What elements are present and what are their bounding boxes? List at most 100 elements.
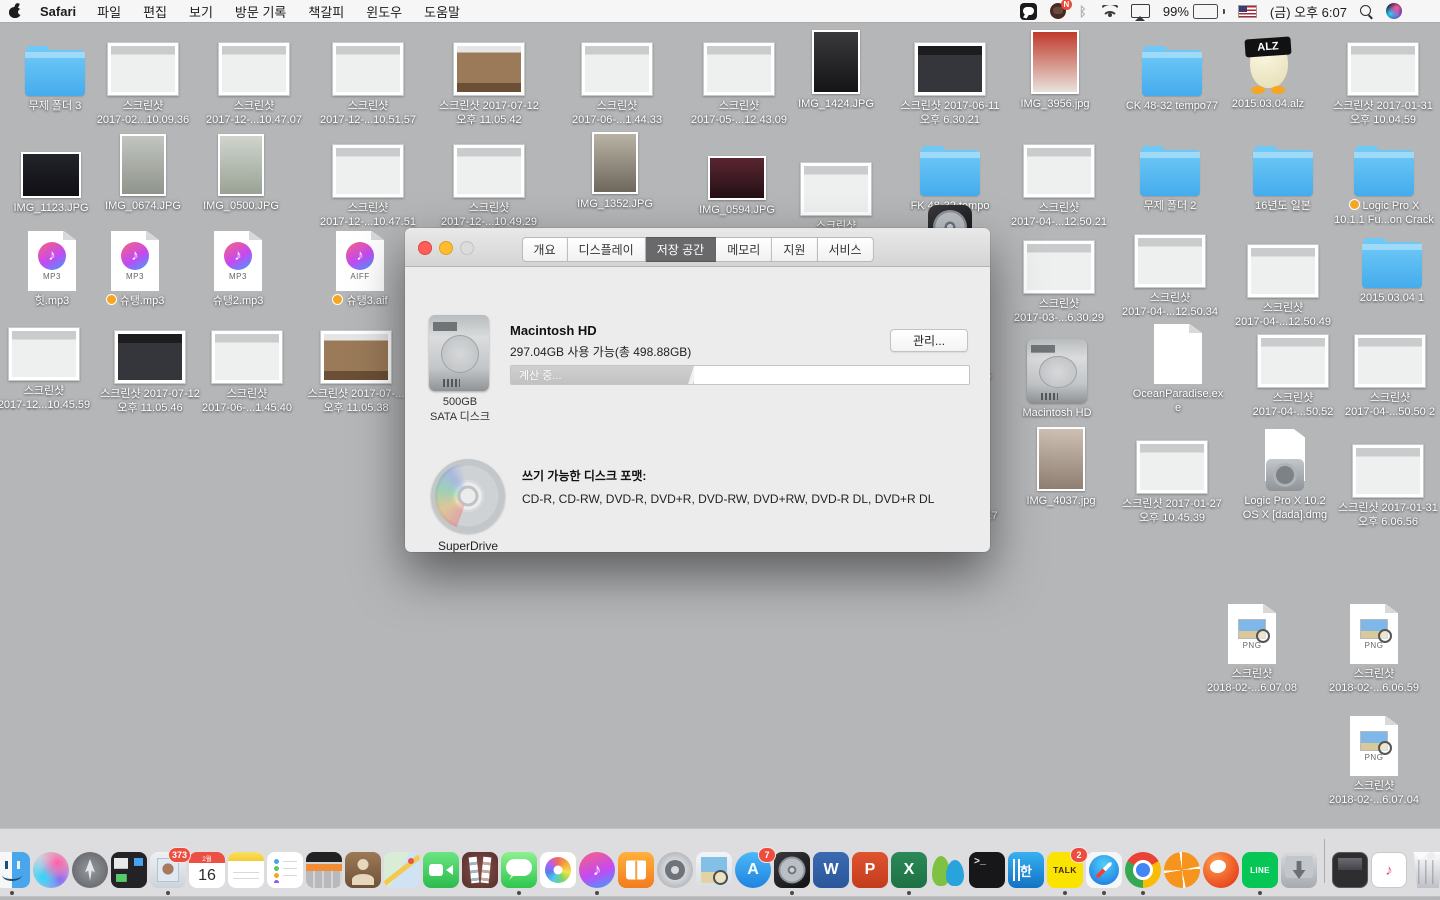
dock-facetime[interactable] bbox=[423, 852, 459, 888]
dock-disk-installer[interactable] bbox=[1281, 852, 1317, 888]
dock-system-preferences[interactable] bbox=[657, 852, 693, 888]
desktop-icon-pngdoc-49[interactable]: PNG스크린샷 2018-02-...6.07.08 bbox=[1187, 598, 1317, 696]
dock-calendar[interactable]: 2월16 bbox=[189, 852, 225, 888]
desktop-icon-doc-41[interactable]: OceanParadise.ex e bbox=[1113, 318, 1243, 416]
input-language-flag-icon[interactable] bbox=[1238, 5, 1257, 18]
dock-reminders[interactable] bbox=[267, 852, 303, 888]
dock-messenger[interactable] bbox=[930, 852, 966, 888]
apple-menu[interactable] bbox=[0, 0, 30, 22]
dock-maps[interactable] bbox=[384, 852, 420, 888]
tab-0[interactable]: 개요 bbox=[521, 237, 567, 262]
dock-siri[interactable] bbox=[33, 852, 69, 888]
dock-chrome[interactable] bbox=[1125, 852, 1161, 888]
dock-logic-pro[interactable] bbox=[774, 852, 810, 888]
window-titlebar[interactable]: 개요디스플레이저장 공간메모리지원서비스 bbox=[405, 228, 990, 267]
spotlight-icon[interactable] bbox=[1360, 5, 1373, 18]
desktop-icon-hdd-40[interactable]: Macintosh HD bbox=[992, 337, 1122, 420]
dock-ibooks[interactable] bbox=[618, 852, 654, 888]
desktop-icon-shot-17[interactable]: 스크린샷 2017-12-...10.49.29 bbox=[424, 132, 554, 230]
dock-app-store[interactable]: A7 bbox=[735, 852, 771, 888]
desktop-icon-label: 스크린샷 2018-02-...6.07.04 bbox=[1329, 779, 1419, 808]
battery-indicator[interactable]: 99% ⚡ bbox=[1163, 4, 1225, 19]
menu-6[interactable]: 도움말 bbox=[413, 0, 471, 22]
manage-button[interactable]: 관리... bbox=[890, 329, 968, 352]
desktop-icon-photo-18[interactable]: IMG_1352.JPG bbox=[550, 128, 680, 211]
menu-3[interactable]: 방문 기록 bbox=[224, 0, 297, 22]
dock-mission-control[interactable] bbox=[111, 852, 147, 888]
dock-terminal[interactable]: >_ bbox=[969, 852, 1005, 888]
desktop-icon-pngdoc-50[interactable]: PNG스크린샷 2018-02-...6.06.59 bbox=[1309, 598, 1439, 696]
desktop-icon-shot-5[interactable]: 스크린샷 2017-06-...1.44.33 bbox=[552, 30, 682, 128]
menu-4[interactable]: 책갈피 bbox=[297, 0, 355, 22]
desktop-icon-folder-34[interactable]: 2015.03.04 1 bbox=[1327, 222, 1440, 305]
tab-4[interactable]: 지원 bbox=[772, 237, 817, 262]
desktop-icon-alz-11[interactable]: ALZ2015.03.04.alz bbox=[1203, 28, 1333, 111]
dock-stack-documents[interactable] bbox=[1371, 852, 1407, 888]
desktop-icon-shot-12[interactable]: 스크린샷 2017-01-31 오후 10.04.59 bbox=[1318, 30, 1440, 128]
dock-photos[interactable] bbox=[540, 852, 576, 888]
shot-thumbnail bbox=[703, 30, 775, 96]
dock-trash[interactable] bbox=[1410, 852, 1440, 888]
desktop-icon-shot-32[interactable]: 스크린샷 2017-04-...12.50.34 bbox=[1105, 222, 1235, 320]
dock-preview[interactable] bbox=[696, 852, 732, 888]
menu-0[interactable]: 파일 bbox=[86, 0, 132, 22]
dock-notes[interactable] bbox=[228, 852, 264, 888]
notification-center-icon[interactable] bbox=[1415, 6, 1430, 17]
line-menubar-icon[interactable] bbox=[1020, 3, 1037, 20]
zoom-button-disabled[interactable] bbox=[460, 241, 474, 255]
desktop-icon-photo-15[interactable]: IMG_0500.JPG bbox=[176, 130, 306, 213]
dock-powerpoint[interactable]: P bbox=[852, 852, 888, 888]
dock-excel[interactable]: X bbox=[891, 852, 927, 888]
dock-hancom[interactable]: 한 bbox=[1008, 852, 1044, 888]
airplay-icon[interactable] bbox=[1131, 4, 1150, 18]
kakaotalk-menubar-icon[interactable]: N bbox=[1050, 3, 1066, 19]
desktop-icon-shot-43[interactable]: 스크린샷 2017-04-...50.50 2 bbox=[1325, 322, 1440, 420]
desktop-icon-photo-7[interactable]: IMG_1424.JPG bbox=[771, 28, 901, 111]
dock-messages[interactable] bbox=[501, 852, 537, 888]
desktop-icon-shot-16[interactable]: 스크린샷 2017-12-...10.47.51 bbox=[303, 132, 433, 230]
menubar-clock[interactable]: (금) 오후 6:07 bbox=[1270, 2, 1347, 21]
bluetooth-icon[interactable]: ᛒ bbox=[1079, 4, 1089, 19]
dock-kakaotalk[interactable]: TALK2 bbox=[1047, 852, 1083, 888]
dock-gom-audio[interactable] bbox=[1164, 852, 1200, 888]
tab-5[interactable]: 서비스 bbox=[817, 237, 873, 262]
desktop-icon-shot-47[interactable]: 스크린샷 2017-01-31 오후 6.06.56 bbox=[1323, 432, 1440, 530]
wifi-icon[interactable] bbox=[1102, 5, 1118, 17]
tab-2[interactable]: 저장 공간 bbox=[646, 237, 717, 262]
desktop-icon-shot-45[interactable]: 스크린샷 2017-01-27 오후 10.45.39 bbox=[1107, 428, 1237, 526]
desktop-icon-label: 스크린샷 2018-02-...6.06.59 bbox=[1329, 667, 1419, 696]
close-button[interactable] bbox=[418, 241, 432, 255]
dock-stack-downloads[interactable] bbox=[1332, 852, 1368, 888]
dock-itunes[interactable] bbox=[579, 852, 615, 888]
dock-word[interactable]: W bbox=[813, 852, 849, 888]
menu-5[interactable]: 윈도우 bbox=[355, 0, 413, 22]
desktop-icon-folder-24[interactable]: 무제 폴더 2 bbox=[1105, 130, 1235, 213]
system-preferences-icon bbox=[657, 852, 693, 888]
menu-2[interactable]: 보기 bbox=[178, 0, 224, 22]
tab-3[interactable]: 메모리 bbox=[716, 237, 772, 262]
desktop-icon-shot-2[interactable]: 스크린샷 2017-12-...10.47.07 bbox=[189, 30, 319, 128]
minimize-button[interactable] bbox=[439, 241, 453, 255]
dock-gom-player[interactable] bbox=[1203, 852, 1239, 888]
itunes-icon bbox=[579, 852, 615, 888]
desktop-icon-folder-26[interactable]: Logic Pro X 10.1.1 Fu...on Crack bbox=[1319, 130, 1440, 228]
desktop-icon-shot-38[interactable]: 스크린샷 2017-07-... 오후 11.05.38 bbox=[291, 318, 421, 416]
desktop-icon-mdoc-29[interactable]: ♪MP3슈탱2.mp3 bbox=[173, 225, 303, 308]
desktop-icon-photo-9[interactable]: IMG_3956.jpg bbox=[990, 28, 1120, 111]
dock-finder[interactable] bbox=[0, 852, 30, 888]
active-app-name[interactable]: Safari bbox=[30, 4, 86, 19]
dock-photo-booth[interactable] bbox=[462, 852, 498, 888]
dock-safari[interactable] bbox=[1086, 852, 1122, 888]
desktop-icon-shot-4[interactable]: 스크린샷 2017-07-12 오후 11.05.42 bbox=[424, 30, 554, 128]
desktop-icon-shot-3[interactable]: 스크린샷 2017-12-...10.51.57 bbox=[303, 30, 433, 128]
menu-1[interactable]: 편집 bbox=[132, 0, 178, 22]
dock-contacts[interactable] bbox=[345, 852, 381, 888]
tab-1[interactable]: 디스플레이 bbox=[568, 237, 646, 262]
dock-launchpad[interactable] bbox=[72, 852, 108, 888]
dock-line[interactable]: LINE bbox=[1242, 852, 1278, 888]
dock-calculator[interactable] bbox=[306, 852, 342, 888]
dock-mail[interactable]: 373 bbox=[150, 852, 186, 888]
desktop-icon-label: 스크린샷 2018-02-...6.07.08 bbox=[1207, 667, 1297, 696]
siri-icon[interactable] bbox=[1386, 3, 1402, 19]
desktop-icon-pngdoc-51[interactable]: PNG스크린샷 2018-02-...6.07.04 bbox=[1309, 710, 1439, 808]
